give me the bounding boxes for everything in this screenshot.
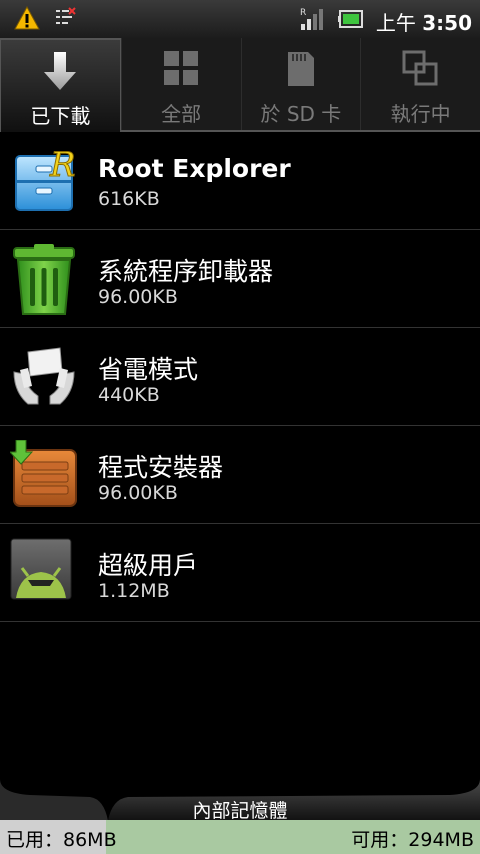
warning-icon [14, 6, 40, 30]
clock: 上午 3:50 [376, 7, 472, 36]
root-explorer-icon: R [10, 145, 78, 214]
tab-bar: 已下載 全部 於 SD 卡 執行中 [0, 38, 480, 132]
status-bar: R 上午 3:50 [0, 0, 480, 38]
app-name: 系統程序卸載器 [98, 257, 274, 286]
app-name: 省電模式 [98, 355, 199, 384]
app-row-power-saver[interactable]: 省電模式 440KB [0, 328, 480, 426]
app-size: 96.00KB [98, 286, 178, 308]
tab-label: 於 SD 卡 [260, 102, 342, 126]
sd-card-icon [286, 50, 316, 90]
battery-icon [337, 10, 364, 32]
app-row-superuser[interactable]: 超級用戶 1.12MB [0, 524, 480, 622]
app-size: 1.12MB [98, 580, 170, 602]
tab-label: 執行中 [390, 102, 451, 126]
tab-downloaded[interactable]: 已下載 [0, 38, 121, 132]
running-windows-icon [402, 50, 440, 90]
app-row-root-explorer[interactable]: R Root Explorer 616KB [0, 132, 480, 230]
tab-label: 已下載 [30, 104, 91, 128]
installer-box-icon [8, 439, 78, 508]
used-space-label: 已用：86MB [6, 829, 117, 851]
app-size: 96.00KB [98, 482, 178, 504]
app-size: 440KB [98, 384, 160, 406]
app-name: 程式安裝器 [98, 453, 224, 482]
tab-running[interactable]: 執行中 [360, 38, 480, 130]
storage-title: 內部記憶體 [192, 800, 288, 822]
tab-sd-card[interactable]: 於 SD 卡 [240, 38, 361, 130]
app-list: R Root Explorer 616KB 系統程序卸載器 96.00KB 省電… [0, 132, 480, 622]
trash-can-icon [10, 244, 78, 315]
svg-text:R: R [300, 8, 306, 18]
clock-time: 3:50 [422, 10, 472, 35]
download-arrow-icon [42, 52, 78, 92]
svg-text:R: R [49, 146, 76, 185]
app-name: Root Explorer [98, 154, 291, 183]
app-name: 超級用戶 [98, 551, 199, 580]
usb-debug-icon [54, 7, 76, 29]
tab-label: 全部 [161, 102, 202, 126]
grid-icon [163, 50, 199, 90]
storage-usage-bar: 已用：86MB 可用：294MB [0, 820, 480, 854]
free-space-label: 可用：294MB [351, 829, 474, 851]
signal-strength-icon: R [300, 6, 326, 36]
app-row-system-uninstaller[interactable]: 系統程序卸載器 96.00KB [0, 230, 480, 328]
superuser-android-icon [10, 538, 78, 606]
app-row-package-installer[interactable]: 程式安裝器 96.00KB [0, 426, 480, 524]
tab-all[interactable]: 全部 [120, 38, 241, 130]
power-saver-hands-icon [10, 342, 78, 410]
clock-period: 上午 [375, 10, 416, 35]
app-size: 616KB [98, 188, 160, 210]
